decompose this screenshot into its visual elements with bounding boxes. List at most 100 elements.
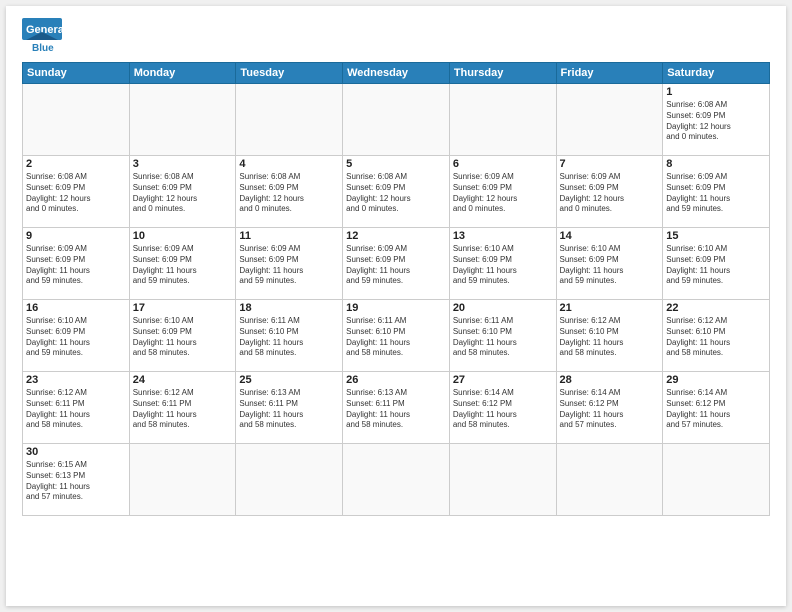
calendar-cell: 14Sunrise: 6:10 AM Sunset: 6:09 PM Dayli… <box>556 228 663 300</box>
day-number: 20 <box>453 302 553 314</box>
calendar-cell: 12 Sunrise: 6:09 AM Sunset: 6:09 PM Dayli… <box>343 228 450 300</box>
calendar-cell: 22 Sunrise: 6:12 AM Sunset: 6:10 PM Dayli… <box>663 300 770 372</box>
day-number: 6 <box>453 158 553 170</box>
day-info: Sunrise: 6:09 AM Sunset: 6:09 PM Dayligh… <box>346 244 446 287</box>
day-info: Sunrise: 6:14 AM Sunset: 6:12 PM Dayligh… <box>560 388 660 431</box>
day-info: Sunrise: 6:09 AM Sunset: 6:09 PM Dayligh… <box>453 172 553 215</box>
day-number: 2 <box>26 158 126 170</box>
weekday-header-tuesday: Tuesday <box>236 63 343 84</box>
day-info: Sunrise: 6:12 AM Sunset: 6:11 PM Dayligh… <box>26 388 126 431</box>
calendar-cell: 15 Sunrise: 6:10 AM Sunset: 6:09 PM Dayli… <box>663 228 770 300</box>
day-info: Sunrise: 6:13 AM Sunset: 6:11 PM Dayligh… <box>239 388 339 431</box>
day-info: Sunrise: 6:11 AM Sunset: 6:10 PM Dayligh… <box>453 316 553 359</box>
day-number: 30 <box>26 446 126 458</box>
calendar-cell <box>343 444 450 516</box>
day-info: Sunrise: 6:09 AM Sunset: 6:09 PM Dayligh… <box>133 244 233 287</box>
day-number: 22 <box>666 302 766 314</box>
calendar-week-6: 30 Sunrise: 6:15 AM Sunset: 6:13 PM Dayli… <box>23 444 770 516</box>
calendar-cell: 23 Sunrise: 6:12 AM Sunset: 6:11 PM Dayli… <box>23 372 130 444</box>
calendar-cell: 30 Sunrise: 6:15 AM Sunset: 6:13 PM Dayli… <box>23 444 130 516</box>
day-info: Sunrise: 6:12 AM Sunset: 6:11 PM Dayligh… <box>133 388 233 431</box>
day-number: 25 <box>239 374 339 386</box>
calendar-cell <box>556 84 663 156</box>
day-info: Sunrise: 6:15 AM Sunset: 6:13 PM Dayligh… <box>26 460 126 503</box>
weekday-header-friday: Friday <box>556 63 663 84</box>
day-number: 10 <box>133 230 233 242</box>
day-info: Sunrise: 6:12 AM Sunset: 6:10 PM Dayligh… <box>560 316 660 359</box>
day-number: 4 <box>239 158 339 170</box>
day-info: Sunrise: 6:08 AM Sunset: 6:09 PM Dayligh… <box>666 100 766 143</box>
day-number: 23 <box>26 374 126 386</box>
weekday-header-saturday: Saturday <box>663 63 770 84</box>
calendar-cell <box>23 84 130 156</box>
calendar-cell: 19 Sunrise: 6:11 AM Sunset: 6:10 PM Dayli… <box>343 300 450 372</box>
day-info: Sunrise: 6:10 AM Sunset: 6:09 PM Dayligh… <box>133 316 233 359</box>
calendar-week-3: 9 Sunrise: 6:09 AM Sunset: 6:09 PM Daylig… <box>23 228 770 300</box>
calendar-cell <box>663 444 770 516</box>
day-number: 1 <box>666 86 766 98</box>
calendar-cell: 20 Sunrise: 6:11 AM Sunset: 6:10 PM Dayli… <box>449 300 556 372</box>
logo: General Blue <box>22 18 62 54</box>
day-number: 18 <box>239 302 339 314</box>
weekday-header-monday: Monday <box>129 63 236 84</box>
calendar-cell: 11 Sunrise: 6:09 AM Sunset: 6:09 PM Dayli… <box>236 228 343 300</box>
day-number: 27 <box>453 374 553 386</box>
day-info: Sunrise: 6:10 AM Sunset: 6:09 PM Dayligh… <box>453 244 553 287</box>
calendar-cell: 2 Sunrise: 6:08 AM Sunset: 6:09 PM Daylig… <box>23 156 130 228</box>
calendar-cell <box>449 444 556 516</box>
calendar-cell <box>343 84 450 156</box>
day-info: Sunrise: 6:09 AM Sunset: 6:09 PM Dayligh… <box>666 172 766 215</box>
calendar-cell: 17 Sunrise: 6:10 AM Sunset: 6:09 PM Dayli… <box>129 300 236 372</box>
day-info: Sunrise: 6:13 AM Sunset: 6:11 PM Dayligh… <box>346 388 446 431</box>
calendar-cell <box>449 84 556 156</box>
day-info: Sunrise: 6:10 AM Sunset: 6:09 PM Dayligh… <box>666 244 766 287</box>
calendar-cell <box>129 444 236 516</box>
calendar-cell: 10 Sunrise: 6:09 AM Sunset: 6:09 PM Dayli… <box>129 228 236 300</box>
day-number: 9 <box>26 230 126 242</box>
calendar-cell <box>236 84 343 156</box>
day-info: Sunrise: 6:09 AM Sunset: 6:09 PM Dayligh… <box>239 244 339 287</box>
calendar-week-5: 23 Sunrise: 6:12 AM Sunset: 6:11 PM Dayli… <box>23 372 770 444</box>
calendar-cell: 5Sunrise: 6:08 AM Sunset: 6:09 PM Daylig… <box>343 156 450 228</box>
calendar-cell <box>556 444 663 516</box>
day-number: 19 <box>346 302 446 314</box>
day-number: 8 <box>666 158 766 170</box>
calendar-cell: 13 Sunrise: 6:10 AM Sunset: 6:09 PM Dayli… <box>449 228 556 300</box>
day-info: Sunrise: 6:08 AM Sunset: 6:09 PM Dayligh… <box>133 172 233 215</box>
day-number: 28 <box>560 374 660 386</box>
day-info: Sunrise: 6:11 AM Sunset: 6:10 PM Dayligh… <box>346 316 446 359</box>
weekday-header-wednesday: Wednesday <box>343 63 450 84</box>
weekday-header-sunday: Sunday <box>23 63 130 84</box>
day-info: Sunrise: 6:14 AM Sunset: 6:12 PM Dayligh… <box>666 388 766 431</box>
day-number: 7 <box>560 158 660 170</box>
day-info: Sunrise: 6:12 AM Sunset: 6:10 PM Dayligh… <box>666 316 766 359</box>
calendar-cell: 8 Sunrise: 6:09 AM Sunset: 6:09 PM Daylig… <box>663 156 770 228</box>
day-number: 13 <box>453 230 553 242</box>
day-number: 15 <box>666 230 766 242</box>
calendar-week-4: 16Sunrise: 6:10 AM Sunset: 6:09 PM Dayli… <box>23 300 770 372</box>
day-info: Sunrise: 6:14 AM Sunset: 6:12 PM Dayligh… <box>453 388 553 431</box>
calendar-cell: 9 Sunrise: 6:09 AM Sunset: 6:09 PM Daylig… <box>23 228 130 300</box>
day-number: 24 <box>133 374 233 386</box>
calendar-cell <box>129 84 236 156</box>
day-number: 26 <box>346 374 446 386</box>
day-info: Sunrise: 6:08 AM Sunset: 6:09 PM Dayligh… <box>26 172 126 215</box>
day-number: 17 <box>133 302 233 314</box>
header: General Blue <box>22 18 770 54</box>
calendar-cell: 27 Sunrise: 6:14 AM Sunset: 6:12 PM Dayli… <box>449 372 556 444</box>
calendar-cell: 25 Sunrise: 6:13 AM Sunset: 6:11 PM Dayli… <box>236 372 343 444</box>
day-number: 29 <box>666 374 766 386</box>
day-info: Sunrise: 6:10 AM Sunset: 6:09 PM Dayligh… <box>560 244 660 287</box>
day-number: 3 <box>133 158 233 170</box>
calendar-body: 1 Sunrise: 6:08 AM Sunset: 6:09 PM Daylig… <box>23 84 770 516</box>
day-number: 11 <box>239 230 339 242</box>
day-info: Sunrise: 6:09 AM Sunset: 6:09 PM Dayligh… <box>26 244 126 287</box>
calendar-week-2: 2 Sunrise: 6:08 AM Sunset: 6:09 PM Daylig… <box>23 156 770 228</box>
day-number: 12 <box>346 230 446 242</box>
calendar-cell: 7Sunrise: 6:09 AM Sunset: 6:09 PM Daylig… <box>556 156 663 228</box>
calendar-cell: 26 Sunrise: 6:13 AM Sunset: 6:11 PM Dayli… <box>343 372 450 444</box>
day-info: Sunrise: 6:11 AM Sunset: 6:10 PM Dayligh… <box>239 316 339 359</box>
svg-text:Blue: Blue <box>32 43 54 54</box>
calendar-cell <box>236 444 343 516</box>
page: General Blue SundayMondayTuesdayWednesda… <box>6 6 786 606</box>
